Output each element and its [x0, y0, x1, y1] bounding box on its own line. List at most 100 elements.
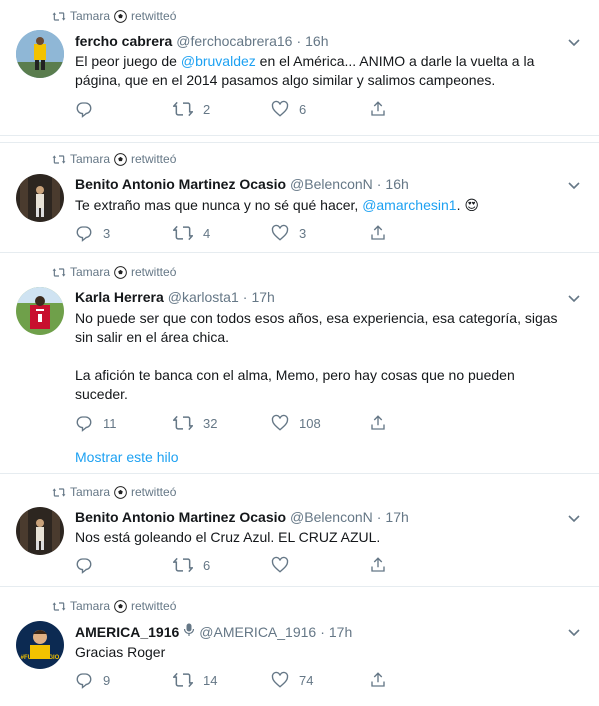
retweeter-name[interactable]: Tamara: [70, 265, 110, 279]
like-button[interactable]: 6: [271, 100, 306, 118]
avatar[interactable]: [16, 287, 64, 335]
author-handle[interactable]: @BelenconN: [290, 509, 373, 525]
retweeter-name[interactable]: Tamara: [70, 9, 110, 23]
retweet-icon: [173, 101, 193, 117]
avatar[interactable]: [16, 30, 64, 78]
reply-icon: [76, 226, 92, 242]
retweet-small-icon: [52, 487, 66, 497]
author-name[interactable]: Benito Antonio Martinez Ocasio: [75, 509, 286, 525]
reply-count: 9: [103, 672, 111, 688]
heart-icon: [271, 556, 289, 573]
retweet-icon: [173, 672, 193, 688]
avatar[interactable]: [16, 174, 64, 222]
retweet-label: retwitteó: [131, 265, 177, 279]
share-button[interactable]: [369, 224, 387, 242]
author-handle[interactable]: @ferchocabrera16: [176, 33, 292, 49]
share-button[interactable]: [369, 100, 387, 118]
reply-button[interactable]: 3: [75, 224, 110, 242]
chevron-down-icon[interactable]: [567, 626, 581, 640]
retweet-icon: [173, 557, 193, 573]
retweeter-name[interactable]: Tamara: [70, 485, 110, 499]
chevron-down-icon[interactable]: [567, 179, 581, 193]
retweet-small-icon: [52, 154, 66, 164]
author-name[interactable]: Karla Herrera: [75, 289, 164, 305]
like-button[interactable]: 74: [271, 671, 313, 689]
retweeter-name[interactable]: Tamara: [70, 599, 110, 613]
like-count: 6: [299, 101, 307, 117]
share-button[interactable]: [369, 414, 387, 432]
like-button[interactable]: [271, 556, 299, 574]
retweet-count: 14: [203, 672, 218, 688]
retweet-button[interactable]: 14: [173, 671, 217, 689]
author-name[interactable]: AMERICA_1916: [75, 624, 179, 640]
soccer-ball-icon: [114, 9, 127, 23]
share-icon: [371, 672, 385, 687]
text-segment: El peor juego de: [75, 53, 181, 69]
text-paragraph-1: No puede ser que con todos esos años, es…: [75, 310, 558, 345]
share-button[interactable]: [369, 556, 387, 574]
chevron-down-icon[interactable]: [567, 512, 581, 526]
tweet-5[interactable]: Tamara retwitteó #FUERZAGIO AMERICA_1916…: [0, 590, 599, 706]
like-count: 108: [299, 415, 321, 431]
separator-dot: ·: [296, 33, 302, 49]
reply-button[interactable]: 9: [75, 671, 110, 689]
retweet-button[interactable]: 32: [173, 414, 217, 432]
separator-dot: ·: [320, 624, 325, 640]
share-icon: [371, 101, 385, 116]
separator-dot: ·: [242, 289, 248, 305]
tweet-3[interactable]: Tamara retwitteó Karla Herrera @karlosta…: [0, 256, 599, 474]
author-handle[interactable]: @BelenconN: [290, 176, 373, 192]
tweet-4[interactable]: Tamara retwitteó Benito Antonio Martinez…: [0, 476, 599, 587]
retweet-count: 2: [203, 101, 211, 117]
tweet-actions: 6: [75, 556, 475, 576]
retweet-context: Tamara retwitteó: [52, 265, 176, 279]
retweet-button[interactable]: 6: [173, 556, 210, 574]
retweet-small-icon: [52, 601, 66, 611]
heart-icon: [271, 414, 289, 431]
share-button[interactable]: [369, 671, 387, 689]
reply-button[interactable]: 11: [75, 414, 117, 432]
tweet-1[interactable]: Tamara retwitteó fercho cabrera @ferchoc…: [0, 0, 599, 136]
share-icon: [371, 225, 385, 240]
tweet-2[interactable]: Tamara retwitteó Benito Antonio Martinez…: [0, 143, 599, 253]
heart-icon: [271, 224, 289, 241]
chevron-down-icon[interactable]: [567, 292, 581, 306]
like-button[interactable]: 108: [271, 414, 321, 432]
like-button[interactable]: 3: [271, 224, 306, 242]
author-name[interactable]: fercho cabrera: [75, 33, 172, 49]
chevron-down-icon[interactable]: [567, 36, 581, 50]
timestamp[interactable]: 16h: [385, 176, 408, 192]
reply-count: 3: [103, 225, 111, 241]
retweet-context: Tamara retwitteó: [52, 485, 176, 499]
timestamp[interactable]: 17h: [251, 289, 274, 305]
avatar[interactable]: #FUERZAGIO: [16, 621, 64, 669]
timestamp[interactable]: 17h: [329, 624, 352, 640]
tweet-header: AMERICA_1916 @AMERICA_1916 · 17h: [75, 623, 563, 640]
retweet-count: 6: [203, 557, 211, 573]
soccer-ball-icon: [114, 485, 127, 499]
share-icon: [371, 557, 385, 572]
tweet-actions: 2 6: [75, 100, 475, 120]
retweet-button[interactable]: 2: [173, 100, 210, 118]
retweet-small-icon: [52, 267, 66, 277]
mention-link[interactable]: @bruvaldez: [181, 53, 256, 69]
timestamp[interactable]: 16h: [305, 33, 328, 49]
timestamp[interactable]: 17h: [385, 509, 408, 525]
retweet-button[interactable]: 4: [173, 224, 210, 242]
author-handle[interactable]: @karlosta1: [168, 289, 239, 305]
tweet-header: Benito Antonio Martinez Ocasio @Belencon…: [75, 176, 563, 192]
reply-button[interactable]: [75, 100, 103, 118]
retweet-context: Tamara retwitteó: [52, 9, 176, 23]
tweet-header: Benito Antonio Martinez Ocasio @Belencon…: [75, 509, 563, 525]
author-name[interactable]: Benito Antonio Martinez Ocasio: [75, 176, 286, 192]
retweeter-name[interactable]: Tamara: [70, 152, 110, 166]
retweet-context: Tamara retwitteó: [52, 152, 176, 166]
reply-button[interactable]: [75, 556, 103, 574]
reply-count: 11: [103, 415, 117, 431]
avatar[interactable]: [16, 507, 64, 555]
retweet-context: Tamara retwitteó: [52, 599, 176, 613]
text-segment: . 😍: [456, 197, 479, 213]
author-handle[interactable]: @AMERICA_1916: [199, 624, 316, 640]
mention-link[interactable]: @amarchesin1: [362, 197, 456, 213]
show-thread-link[interactable]: Mostrar este hilo: [75, 449, 178, 465]
